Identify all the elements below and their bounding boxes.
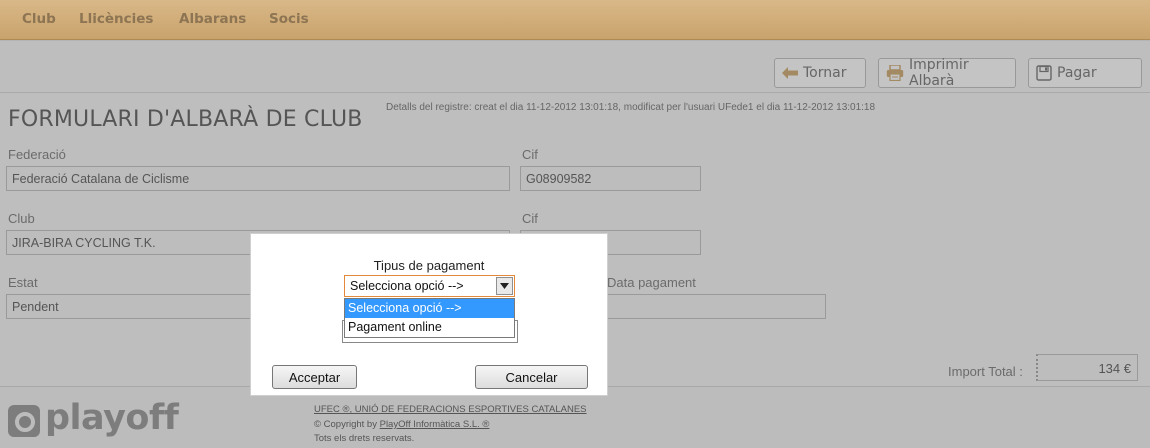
data-pagament-label: Data pagament	[607, 275, 696, 290]
import-total-label: Import Total :	[948, 364, 1023, 379]
copyright-prefix: © Copyright by	[314, 419, 380, 430]
record-details: Detalls del registre: creat el dia 11-12…	[386, 102, 876, 113]
nav-item-socis[interactable]: Socis	[269, 11, 309, 27]
top-nav: Club Llicències Albarans Socis	[0, 0, 1150, 40]
playoff-logo-icon	[8, 405, 40, 437]
nav-item-albarans[interactable]: Albarans	[179, 11, 246, 27]
cif-field[interactable]: G08909582	[520, 166, 701, 191]
payment-type-label: Tipus de pagament	[373, 258, 485, 273]
back-button[interactable]: Tornar	[774, 58, 866, 88]
footer-rights: Tots els drets reservats.	[314, 433, 415, 444]
ufec-link[interactable]: UFEC ®, UNIÓ DE FEDERACIONS ESPORTIVES C…	[314, 404, 587, 415]
payment-type-selected: Selecciona opció -->	[350, 279, 464, 293]
save-icon	[1036, 65, 1052, 81]
estat-label: Estat	[8, 275, 38, 290]
payment-type-dropdown: Selecciona opció --> Pagament online	[344, 298, 515, 338]
footer-org: UFEC ®, UNIÓ DE FEDERACIONS ESPORTIVES C…	[314, 404, 587, 415]
data-pagament-field[interactable]	[605, 294, 826, 319]
playoff-link[interactable]: PlayOff Informàtica S.L. ®	[380, 419, 490, 430]
accept-button[interactable]: Acceptar	[272, 365, 357, 389]
club-label: Club	[8, 211, 35, 226]
toolbar: Tornar Imprimir Albarà Pagar	[0, 41, 1150, 93]
pay-button[interactable]: Pagar	[1028, 58, 1142, 88]
print-button[interactable]: Imprimir Albarà	[878, 57, 1016, 89]
federacio-label: Federació	[8, 147, 66, 162]
printer-icon	[886, 65, 904, 81]
payment-dialog: Tipus de pagament Selecciona opció --> S…	[250, 233, 608, 396]
import-total-field: 134 €	[1036, 354, 1138, 381]
page-title: FORMULARI D'ALBARÀ DE CLUB	[8, 107, 363, 132]
print-button-label: Imprimir Albarà	[909, 57, 969, 89]
dropdown-option-pagament-online[interactable]: Pagament online	[345, 318, 514, 337]
arrow-left-icon	[782, 67, 798, 79]
footer-copyright: © Copyright by PlayOff Informàtica S.L. …	[314, 419, 489, 430]
back-button-label: Tornar	[803, 65, 847, 81]
nav-item-club[interactable]: Club	[22, 11, 56, 27]
triangle-down-icon[interactable]	[496, 277, 513, 295]
dropdown-option-selecciona[interactable]: Selecciona opció -->	[345, 299, 514, 318]
cancel-button[interactable]: Cancelar	[475, 365, 588, 389]
club-cif-label: Cif	[522, 211, 538, 226]
cif-label: Cif	[522, 147, 538, 162]
nav-item-llicencies[interactable]: Llicències	[79, 11, 153, 27]
federacio-field[interactable]: Federació Catalana de Ciclisme	[6, 166, 510, 191]
playoff-logo-text: playoff	[45, 398, 179, 438]
payment-type-select[interactable]: Selecciona opció -->	[344, 275, 515, 297]
pay-button-label: Pagar	[1057, 65, 1097, 81]
